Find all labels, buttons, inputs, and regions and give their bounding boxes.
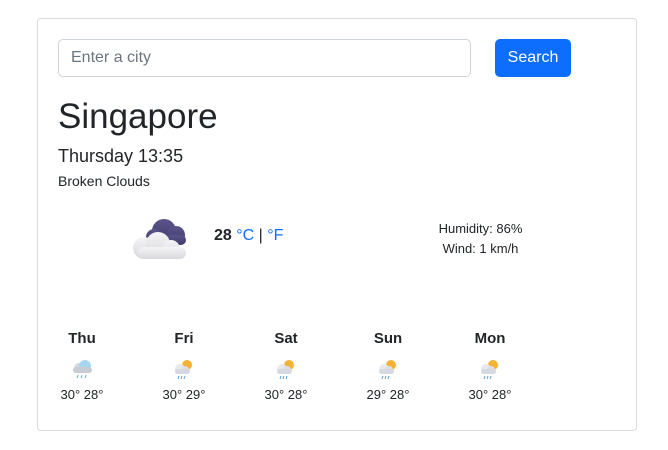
forecast-day-name: Fri bbox=[174, 330, 194, 347]
forecast-day-name: Sat bbox=[274, 330, 298, 347]
forecast-day: Mon 30° 28° bbox=[455, 329, 525, 403]
forecast-day-name: Mon bbox=[474, 330, 506, 347]
current-temperature: 28 °C | °F bbox=[214, 226, 283, 246]
forecast-day-name: Sun bbox=[373, 330, 403, 347]
forecast-temps: 30° 28° bbox=[468, 387, 512, 402]
forecast-temps: 30° 28° bbox=[60, 387, 104, 402]
forecast-day-name: Thu bbox=[68, 330, 96, 347]
sun-cloud-rain-icon bbox=[379, 360, 396, 380]
forecast-day: Sun 29° 28° bbox=[353, 329, 423, 403]
city-search-input[interactable] bbox=[58, 39, 471, 77]
fahrenheit-link[interactable]: °F bbox=[267, 227, 283, 244]
celsius-link[interactable]: °C bbox=[236, 227, 254, 244]
sun-cloud-rain-icon bbox=[175, 360, 192, 380]
cloud-rain-icon bbox=[73, 360, 92, 379]
forecast-temps: 29° 28° bbox=[366, 387, 410, 402]
weather-details: Humidity: 86% Wind: 1 km/h bbox=[418, 219, 543, 259]
broken-clouds-icon bbox=[133, 219, 186, 259]
sun-cloud-rain-icon bbox=[481, 360, 498, 380]
humidity-text: Humidity: 86% bbox=[438, 221, 523, 236]
forecast-temps: 30° 28° bbox=[264, 387, 308, 402]
sun-cloud-rain-icon bbox=[277, 360, 294, 380]
city-name: Singapore bbox=[58, 97, 218, 136]
weather-description: Broken Clouds bbox=[58, 173, 150, 189]
current-datetime: Thursday 13:35 bbox=[58, 146, 184, 166]
search-button[interactable]: Search bbox=[495, 39, 571, 77]
weather-card: Search Singapore Thursday 13:35 Broken C… bbox=[37, 18, 637, 431]
wind-text: Wind: 1 km/h bbox=[442, 241, 519, 256]
forecast-day: Thu 30° 28° bbox=[47, 329, 117, 403]
unit-separator: | bbox=[258, 227, 263, 244]
forecast-day: Sat 30° 28° bbox=[251, 329, 321, 403]
temperature-value: 28 bbox=[214, 227, 232, 244]
forecast-temps: 30° 29° bbox=[162, 387, 206, 402]
forecast-day: Fri 30° 29° bbox=[149, 329, 219, 403]
